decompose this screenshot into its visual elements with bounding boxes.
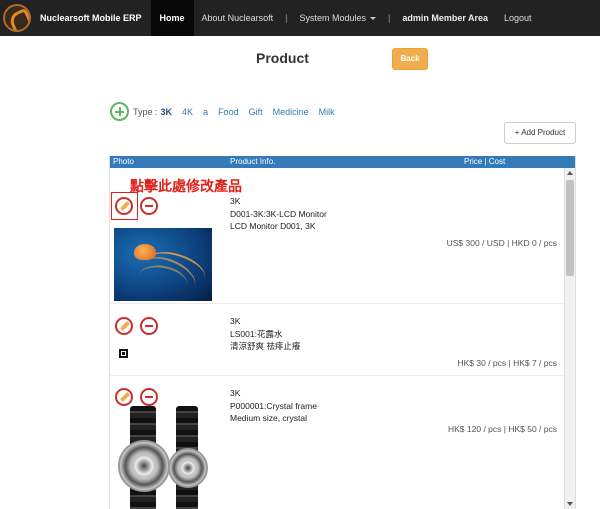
type-filter-bar: Type : 3K 4K a Food Gift Medicine Milk [110, 102, 335, 121]
nav-separator: | [387, 13, 391, 23]
scroll-down-arrow-icon[interactable] [567, 502, 573, 506]
type-link-4k[interactable]: 4K [182, 107, 193, 117]
product-price: US$ 300 / USD | HKD 0 / pcs [446, 238, 557, 248]
type-link-3k[interactable]: 3K [161, 107, 173, 117]
scroll-thumb[interactable] [566, 180, 574, 276]
product-info: 3K P000001:Crystal frame Medium size, cr… [230, 387, 317, 425]
type-link-milk[interactable]: Milk [319, 107, 335, 117]
table-row: 點擊此處修改產品 3K D001-3K:3K-LCD Monitor LCD M… [110, 168, 565, 304]
watch-case [118, 440, 170, 492]
header-price-cost: Price | Cost [464, 157, 506, 166]
product-photo-thumbnail[interactable] [119, 349, 128, 358]
product-category: 3K [230, 316, 241, 326]
header-product-info: Product Info. [230, 157, 276, 166]
product-category: 3K [230, 388, 241, 398]
type-link-gift[interactable]: Gift [249, 107, 263, 117]
product-photo-jellyfish[interactable] [114, 228, 212, 301]
edit-pencil-icon[interactable] [115, 317, 133, 335]
table-body: 點擊此處修改產品 3K D001-3K:3K-LCD Monitor LCD M… [110, 168, 565, 509]
product-code-name: P000001:Crystal frame [230, 400, 317, 411]
nav-system-modules-label: System Modules [299, 13, 366, 23]
edit-pencil-icon[interactable] [115, 388, 133, 406]
type-label: Type : [133, 106, 158, 117]
top-navbar: Nuclearsoft Mobile ERP Home About Nuclea… [0, 0, 600, 36]
brand-name: Nuclearsoft Mobile ERP [40, 13, 142, 23]
table-header: Photo Product Info. Price | Cost [110, 156, 575, 168]
product-info: 3K D001-3K:3K-LCD Monitor LCD Monitor D0… [230, 195, 327, 233]
scroll-up-arrow-icon[interactable] [567, 171, 573, 175]
add-type-icon[interactable] [110, 102, 129, 121]
watch-case [168, 448, 208, 488]
type-link-a[interactable]: a [203, 107, 208, 117]
header-photo: Photo [113, 157, 134, 166]
nuclearsoft-logo-icon [3, 4, 31, 32]
edit-annotation: 點擊此處修改產品 [130, 178, 242, 194]
product-description: 清涼舒爽 祛痱止癢 [230, 341, 301, 351]
delete-icon[interactable] [140, 317, 158, 335]
page-title: Product [256, 50, 309, 66]
product-description: Medium size, crystal [230, 413, 307, 423]
jellyfish-bell [134, 244, 156, 260]
caret-down-icon [369, 16, 376, 20]
product-price: HK$ 30 / pcs | HK$ 7 / pcs [457, 358, 557, 368]
edit-pencil-icon[interactable] [115, 197, 133, 215]
nav-system-modules[interactable]: System Modules [291, 0, 384, 36]
brand[interactable]: Nuclearsoft Mobile ERP [0, 0, 151, 36]
nav-about[interactable]: About Nuclearsoft [194, 0, 282, 36]
product-table: Photo Product Info. Price | Cost 點擊此處修改產… [109, 156, 576, 509]
table-row: 3K P000001:Crystal frame Medium size, cr… [110, 376, 565, 509]
nav-logout[interactable]: Logout [496, 0, 540, 36]
product-price: HK$ 120 / pcs | HK$ 50 / pcs [448, 424, 557, 434]
product-category: 3K [230, 196, 241, 206]
table-row: 3K LS001:花露水 清涼舒爽 祛痱止癢 HK$ 30 / pcs | HK… [110, 304, 565, 376]
product-code-name: LS001:花露水 [230, 328, 283, 339]
type-link-food[interactable]: Food [218, 107, 239, 117]
type-link-medicine[interactable]: Medicine [273, 107, 309, 117]
delete-icon[interactable] [140, 388, 158, 406]
delete-icon[interactable] [140, 197, 158, 215]
back-button[interactable]: Back [392, 48, 428, 70]
nav-separator: | [285, 13, 288, 23]
product-code-name: D001-3K:3K-LCD Monitor [230, 208, 327, 219]
product-photo-watches[interactable] [114, 406, 214, 509]
nav-member-area[interactable]: admin Member Area [394, 0, 496, 36]
product-description: LCD Monitor D001, 3K [230, 221, 316, 231]
add-product-button[interactable]: + Add Product [504, 122, 576, 144]
product-info: 3K LS001:花露水 清涼舒爽 祛痱止癢 [230, 315, 300, 353]
table-scrollbar[interactable] [564, 168, 575, 509]
nav-home[interactable]: Home [150, 0, 194, 36]
